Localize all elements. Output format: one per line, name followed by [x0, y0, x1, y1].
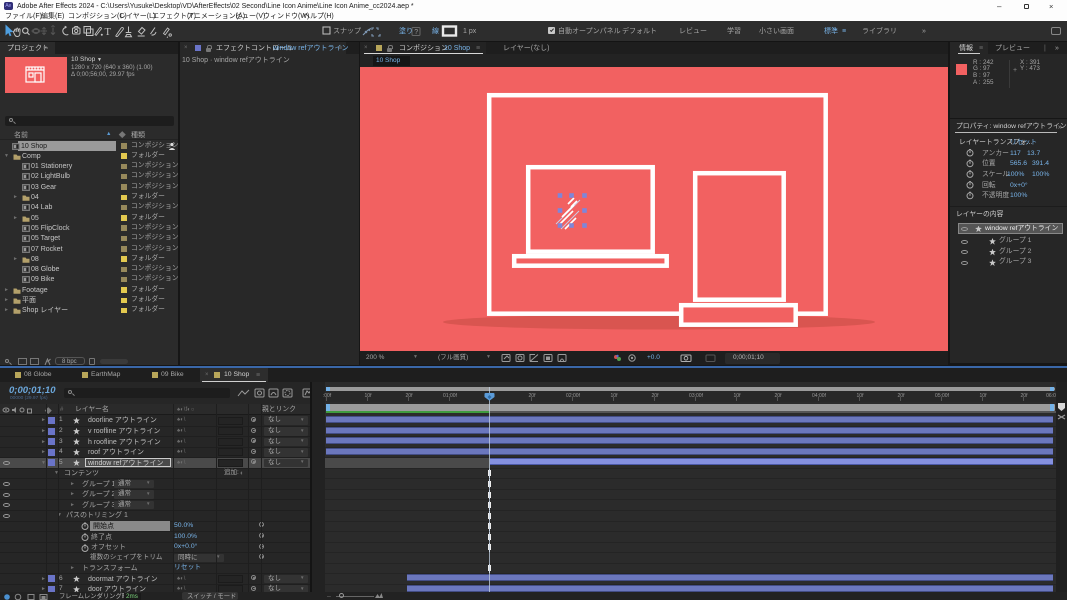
svg-text:?: ?: [414, 29, 418, 36]
svg-text:T: T: [105, 27, 112, 38]
